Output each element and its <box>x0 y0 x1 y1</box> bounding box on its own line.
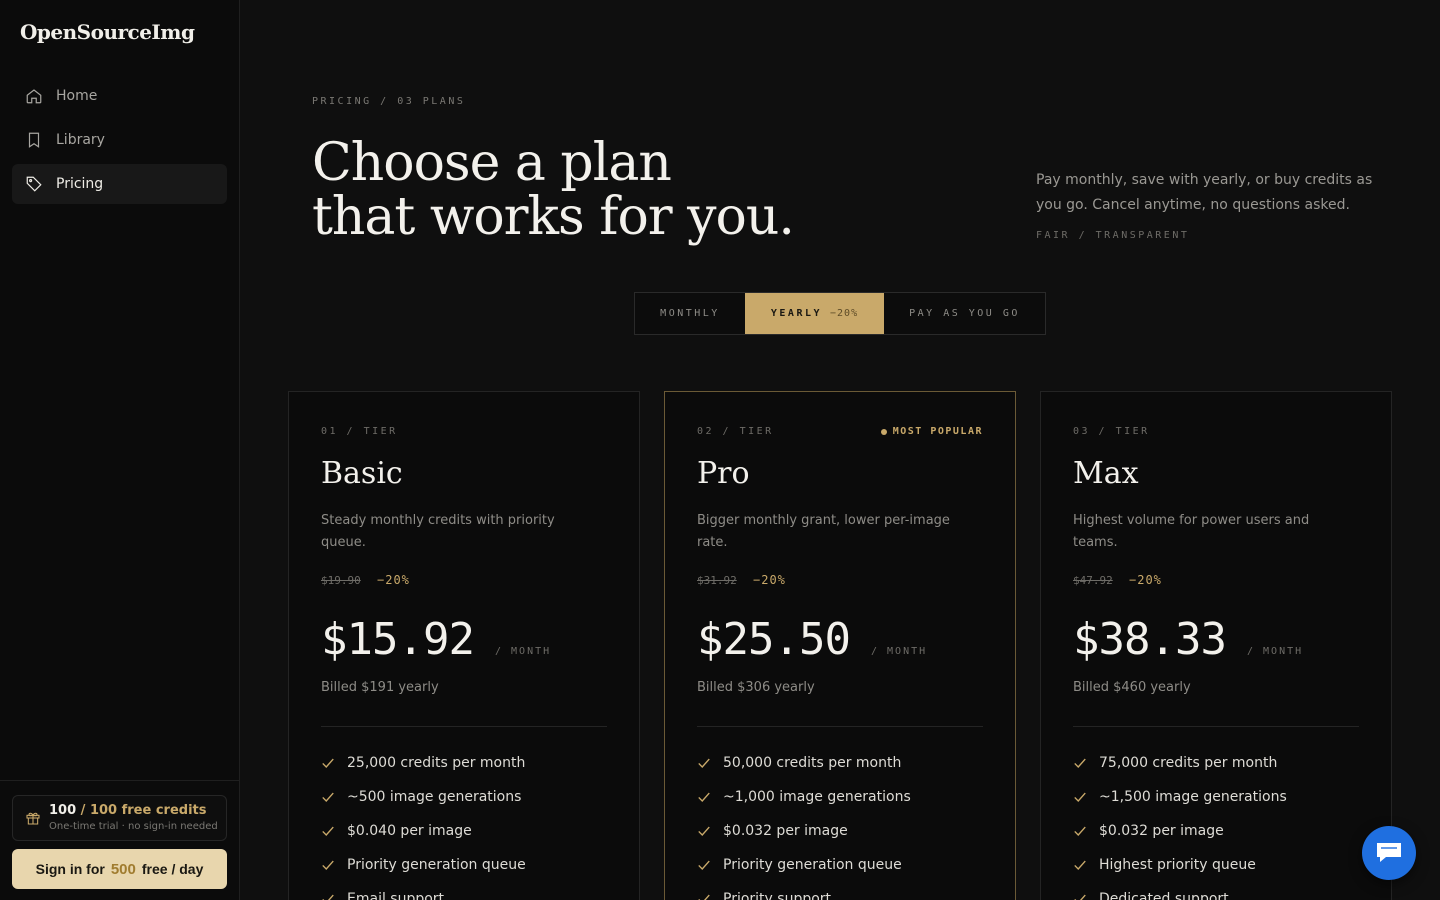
list-item: $0.032 per image <box>1073 814 1287 848</box>
list-item: ~1,500 image generations <box>1073 780 1287 814</box>
check-icon <box>698 860 710 870</box>
page-description: Pay monthly, save with yearly, or buy cr… <box>1036 172 1373 213</box>
divider <box>1073 726 1359 727</box>
tab-yearly[interactable]: YEARLY −20% <box>745 293 884 334</box>
billing-toggle: MONTHLY YEARLY −20% PAY AS YOU GO <box>634 292 1046 335</box>
billing-note: Billed $306 yearly <box>697 680 815 695</box>
list-item: $0.040 per image <box>321 814 526 848</box>
plan-name: Basic <box>321 456 403 491</box>
discount-label: −20% <box>377 573 410 587</box>
check-icon <box>698 792 710 802</box>
original-price: $31.92 <box>697 574 737 587</box>
list-item: Priority support <box>697 882 911 900</box>
check-icon <box>1074 826 1086 836</box>
tier-label: 03 / TIER <box>1073 426 1150 437</box>
plan-description: Steady monthly credits with priority que… <box>321 513 555 550</box>
sidebar-item-library[interactable]: Library <box>12 120 227 160</box>
check-icon <box>1074 860 1086 870</box>
most-popular-badge: MOST POPULAR <box>880 426 983 437</box>
list-item: ~1,000 image generations <box>697 780 911 814</box>
list-item: 25,000 credits per month <box>321 746 526 780</box>
feature-list: 75,000 credits per month ~1,500 image ge… <box>1073 746 1287 900</box>
price-period: / MONTH <box>871 646 928 657</box>
list-item: Email support <box>321 882 526 900</box>
list-item: Priority generation queue <box>697 848 911 882</box>
page-title: Choose a plan that works for you. <box>312 133 795 247</box>
description-tag: FAIR / TRANSPARENT <box>1036 230 1190 241</box>
credits-count: 100 / 100 free credits <box>49 803 207 818</box>
check-icon <box>1074 758 1086 768</box>
tier-label: 01 / TIER <box>321 426 398 437</box>
list-item: Highest priority queue <box>1073 848 1287 882</box>
check-icon <box>322 860 334 870</box>
price-period: / MONTH <box>495 646 552 657</box>
sidebar-footer: 100 / 100 free credits One-time trial · … <box>0 780 240 900</box>
gift-icon <box>26 812 40 825</box>
list-item: 50,000 credits per month <box>697 746 911 780</box>
check-icon <box>322 758 334 768</box>
check-icon <box>698 826 710 836</box>
page-eyebrow: PRICING / 03 PLANS <box>312 96 466 107</box>
sidebar-item-label: Pricing <box>56 176 104 192</box>
original-price: $19.90 <box>321 574 361 587</box>
divider <box>321 726 607 727</box>
sidebar-item-label: Home <box>56 88 98 104</box>
check-icon <box>698 758 710 768</box>
chat-button[interactable] <box>1362 826 1416 880</box>
list-item: Dedicated support <box>1073 882 1287 900</box>
plan-price: $25.50 <box>697 614 851 665</box>
plan-price: $15.92 <box>321 614 475 665</box>
dot-icon <box>880 428 887 435</box>
list-item: $0.032 per image <box>697 814 911 848</box>
check-icon <box>322 826 334 836</box>
sidebar-item-pricing[interactable]: Pricing <box>12 164 227 204</box>
sign-in-button[interactable]: Sign in for 500 free / day <box>12 849 227 889</box>
discount-label: −20% <box>1129 573 1162 587</box>
brand-logo[interactable]: OpenSourceImg <box>20 20 195 44</box>
list-item: ~500 image generations <box>321 780 526 814</box>
tag-icon <box>24 174 44 194</box>
sidebar-item-home[interactable]: Home <box>12 76 227 116</box>
sidebar-nav: Home Library Pricing <box>12 76 227 208</box>
check-icon <box>322 894 334 900</box>
original-price: $47.92 <box>1073 574 1113 587</box>
plan-card-pro[interactable]: 02 / TIER MOST POPULAR Pro Bigger monthl… <box>664 391 1016 900</box>
sidebar: OpenSourceImg Home Library Pricing 100 /… <box>0 0 240 900</box>
check-icon <box>1074 894 1086 900</box>
bookmark-icon <box>24 130 44 150</box>
main-content: PRICING / 03 PLANS Choose a plan that wo… <box>240 0 1440 900</box>
plan-card-max[interactable]: 03 / TIER Max Highest volume for power u… <box>1040 391 1392 900</box>
tier-label: 02 / TIER <box>697 426 774 437</box>
plan-description: Bigger monthly grant, lower per-image ra… <box>697 513 950 550</box>
credits-indicator: 100 / 100 free credits One-time trial · … <box>12 795 227 841</box>
plan-description: Highest volume for power users and teams… <box>1073 513 1310 550</box>
check-icon <box>698 894 710 900</box>
list-item: 75,000 credits per month <box>1073 746 1287 780</box>
divider <box>697 726 983 727</box>
list-item: Priority generation queue <box>321 848 526 882</box>
feature-list: 25,000 credits per month ~500 image gene… <box>321 746 526 900</box>
chat-bubble-icon <box>1377 843 1401 862</box>
check-icon <box>322 792 334 802</box>
tab-pay-as-you-go[interactable]: PAY AS YOU GO <box>884 293 1045 334</box>
sidebar-item-label: Library <box>56 132 105 148</box>
discount-label: −20% <box>753 573 786 587</box>
home-icon <box>24 86 44 106</box>
plan-price: $38.33 <box>1073 614 1227 665</box>
tab-monthly[interactable]: MONTHLY <box>635 293 745 334</box>
plan-card-basic[interactable]: 01 / TIER Basic Steady monthly credits w… <box>288 391 640 900</box>
billing-note: Billed $460 yearly <box>1073 680 1191 695</box>
plan-name: Pro <box>697 456 750 491</box>
billing-note: Billed $191 yearly <box>321 680 439 695</box>
plan-name: Max <box>1073 456 1139 491</box>
credits-subtext: One-time trial · no sign-in needed <box>49 821 218 832</box>
check-icon <box>1074 792 1086 802</box>
price-period: / MONTH <box>1247 646 1304 657</box>
feature-list: 50,000 credits per month ~1,000 image ge… <box>697 746 911 900</box>
